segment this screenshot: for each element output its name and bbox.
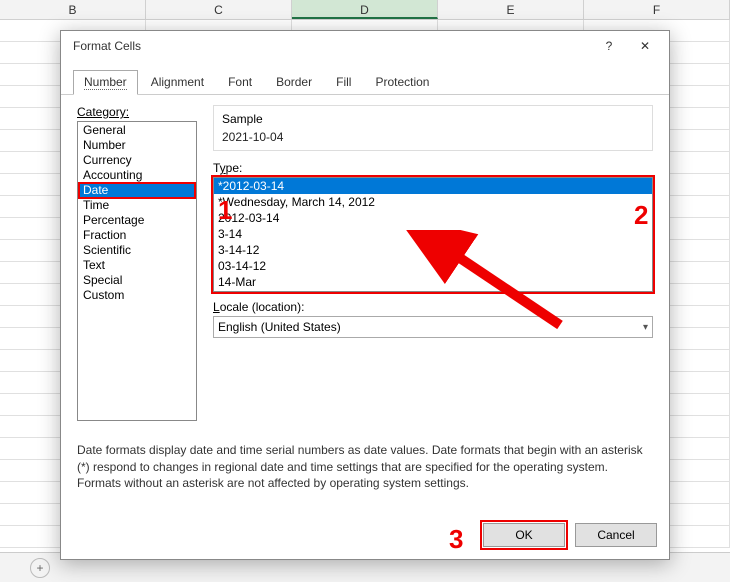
sample-group: Sample 2021-10-04 [213, 105, 653, 151]
tab-font[interactable]: Font [217, 70, 263, 95]
category-item[interactable]: Scientific [79, 243, 195, 258]
cancel-button-label: Cancel [597, 528, 634, 542]
help-button[interactable]: ? [591, 32, 627, 60]
category-item[interactable]: Currency [79, 153, 195, 168]
column-header[interactable]: F [584, 0, 730, 19]
ok-button-label: OK [515, 528, 532, 542]
locale-value: English (United States) [218, 320, 341, 334]
category-item[interactable]: Fraction [79, 228, 195, 243]
category-item[interactable]: Text [79, 258, 195, 273]
category-item[interactable]: Time [79, 198, 195, 213]
tab-label: Protection [375, 75, 429, 89]
category-item[interactable]: Special [79, 273, 195, 288]
ok-button[interactable]: OK [483, 523, 565, 547]
tab-label: Font [228, 75, 252, 89]
type-listbox[interactable]: *2012-03-14*Wednesday, March 14, 2012201… [213, 177, 653, 292]
type-item[interactable]: 3-14-12 [214, 242, 652, 258]
new-sheet-button[interactable]: + [30, 558, 50, 578]
type-item[interactable]: 3-14 [214, 226, 652, 242]
category-label: Category: [77, 105, 197, 119]
tab-strip: Number Alignment Font Border Fill Protection [61, 61, 669, 95]
tab-label: Alignment [151, 75, 204, 89]
format-cells-dialog: Format Cells ? ✕ Number Alignment Font Bord… [60, 30, 670, 560]
type-item[interactable]: *2012-03-14 [214, 178, 652, 194]
column-header[interactable]: C [146, 0, 292, 19]
plus-icon: + [36, 561, 43, 575]
category-item[interactable]: Accounting [79, 168, 195, 183]
column-header[interactable]: B [0, 0, 146, 19]
chevron-down-icon: ▾ [643, 322, 648, 333]
locale-dropdown[interactable]: English (United States) ▾ [213, 316, 653, 338]
type-item[interactable]: 2012-03-14 [214, 210, 652, 226]
tab-label: Border [276, 75, 312, 89]
category-item[interactable]: Percentage [79, 213, 195, 228]
dialog-title: Format Cells [73, 39, 591, 53]
category-item[interactable]: Number [79, 138, 195, 153]
type-item[interactable]: 14-Mar [214, 274, 652, 290]
tab-protection[interactable]: Protection [364, 70, 440, 95]
dialog-button-row: OK Cancel [61, 515, 669, 559]
tab-alignment[interactable]: Alignment [140, 70, 215, 95]
type-label: Type: [213, 161, 653, 175]
column-header[interactable]: E [438, 0, 584, 19]
type-item[interactable]: *Wednesday, March 14, 2012 [214, 194, 652, 210]
category-item[interactable]: General [79, 123, 195, 138]
close-icon: ✕ [640, 39, 650, 53]
tab-fill[interactable]: Fill [325, 70, 362, 95]
sample-label: Sample [222, 112, 644, 126]
column-header[interactable]: D [292, 0, 438, 19]
locale-label: Locale (location): [213, 300, 653, 314]
cancel-button[interactable]: Cancel [575, 523, 657, 547]
sample-value: 2021-10-04 [222, 130, 283, 144]
tab-border[interactable]: Border [265, 70, 323, 95]
column-headers: BCDEF [0, 0, 730, 20]
category-item[interactable]: Custom [79, 288, 195, 303]
tab-label: Number [84, 75, 127, 90]
close-button[interactable]: ✕ [627, 32, 663, 60]
category-listbox[interactable]: GeneralNumberCurrencyAccountingDateTimeP… [77, 121, 197, 421]
format-description: Date formats display date and time seria… [77, 430, 653, 505]
help-icon: ? [606, 39, 613, 53]
type-item[interactable]: 03-14-12 [214, 258, 652, 274]
category-item[interactable]: Date [79, 183, 195, 198]
tab-number[interactable]: Number [73, 70, 138, 95]
tab-label: Fill [336, 75, 351, 89]
dialog-titlebar[interactable]: Format Cells ? ✕ [61, 31, 669, 61]
